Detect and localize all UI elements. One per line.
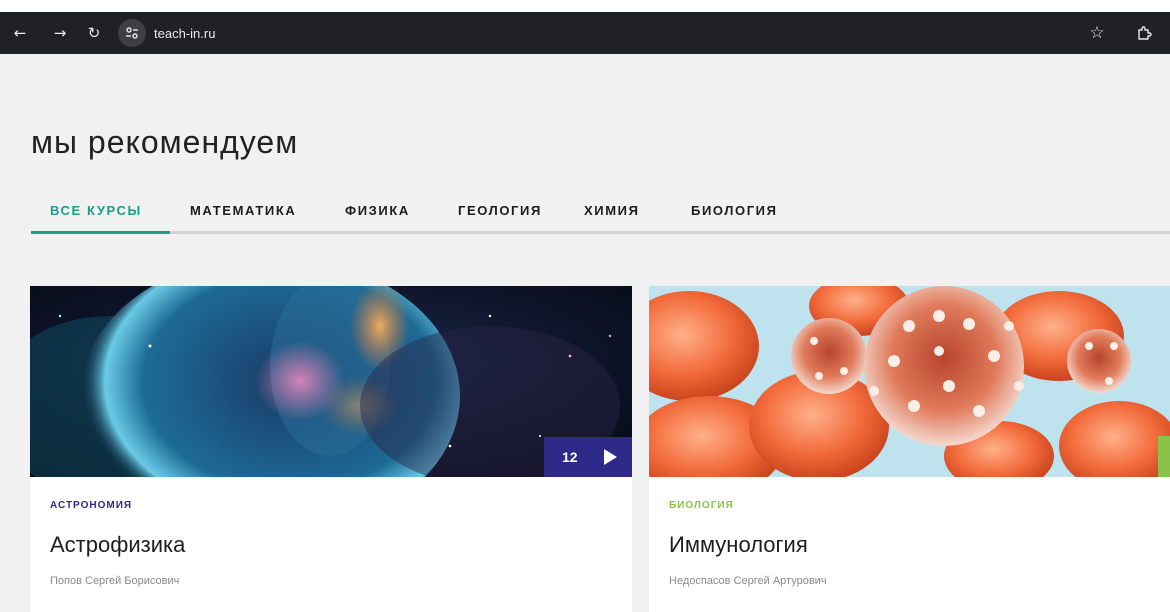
extensions-icon[interactable] xyxy=(1130,12,1158,54)
site-info-icon[interactable] xyxy=(118,19,146,47)
lectures-badge[interactable]: 12 xyxy=(544,437,632,477)
tab-geology[interactable]: ГЕОЛОГИЯ xyxy=(458,203,542,218)
course-author: Попов Сергей Борисович xyxy=(50,575,180,587)
active-tab-indicator xyxy=(31,231,170,234)
forward-arrow-icon[interactable]: → xyxy=(46,12,74,54)
tab-physics[interactable]: ФИЗИКА xyxy=(345,203,410,218)
tab-biology[interactable]: БИОЛОГИЯ xyxy=(691,203,778,218)
course-title[interactable]: Иммунология xyxy=(669,532,808,558)
category-color-strip xyxy=(1158,436,1170,477)
tab-chemistry[interactable]: ХИМИЯ xyxy=(584,203,640,218)
course-author: Недоспасов Сергей Артурович xyxy=(669,575,827,587)
bookmark-star-icon[interactable]: ☆ xyxy=(1085,12,1109,54)
course-category[interactable]: БИОЛОГИЯ xyxy=(669,500,734,511)
nebula-space-image[interactable]: 12 xyxy=(30,286,632,477)
url-text[interactable]: teach-in.ru xyxy=(154,26,215,41)
tabs-divider xyxy=(31,231,1170,234)
course-card-astrophysics[interactable]: 12 АСТРОНОМИЯ Астрофизика Попов Сергей Б… xyxy=(30,286,632,612)
lectures-count: 12 xyxy=(562,449,578,465)
browser-toolbar: ← → ↻ teach-in.ru ☆ xyxy=(0,12,1170,54)
tab-mathematics[interactable]: МАТЕМАТИКА xyxy=(190,203,296,218)
play-icon[interactable] xyxy=(604,449,617,465)
tab-all-courses[interactable]: ВСЕ КУРСЫ xyxy=(50,203,142,218)
category-tabs: ВСЕ КУРСЫ МАТЕМАТИКА ФИЗИКА ГЕОЛОГИЯ ХИМ… xyxy=(31,198,1170,236)
address-bar[interactable]: teach-in.ru xyxy=(118,19,1118,47)
reload-icon[interactable]: ↻ xyxy=(80,12,108,54)
blood-cells-image[interactable] xyxy=(649,286,1170,477)
page-title: мы рекомендуем xyxy=(31,124,299,160)
back-arrow-icon[interactable]: ← xyxy=(6,12,34,54)
course-card-immunology[interactable]: БИОЛОГИЯ Иммунология Недоспасов Сергей А… xyxy=(649,286,1170,612)
course-title[interactable]: Астрофизика xyxy=(50,532,185,558)
course-category[interactable]: АСТРОНОМИЯ xyxy=(50,500,132,511)
